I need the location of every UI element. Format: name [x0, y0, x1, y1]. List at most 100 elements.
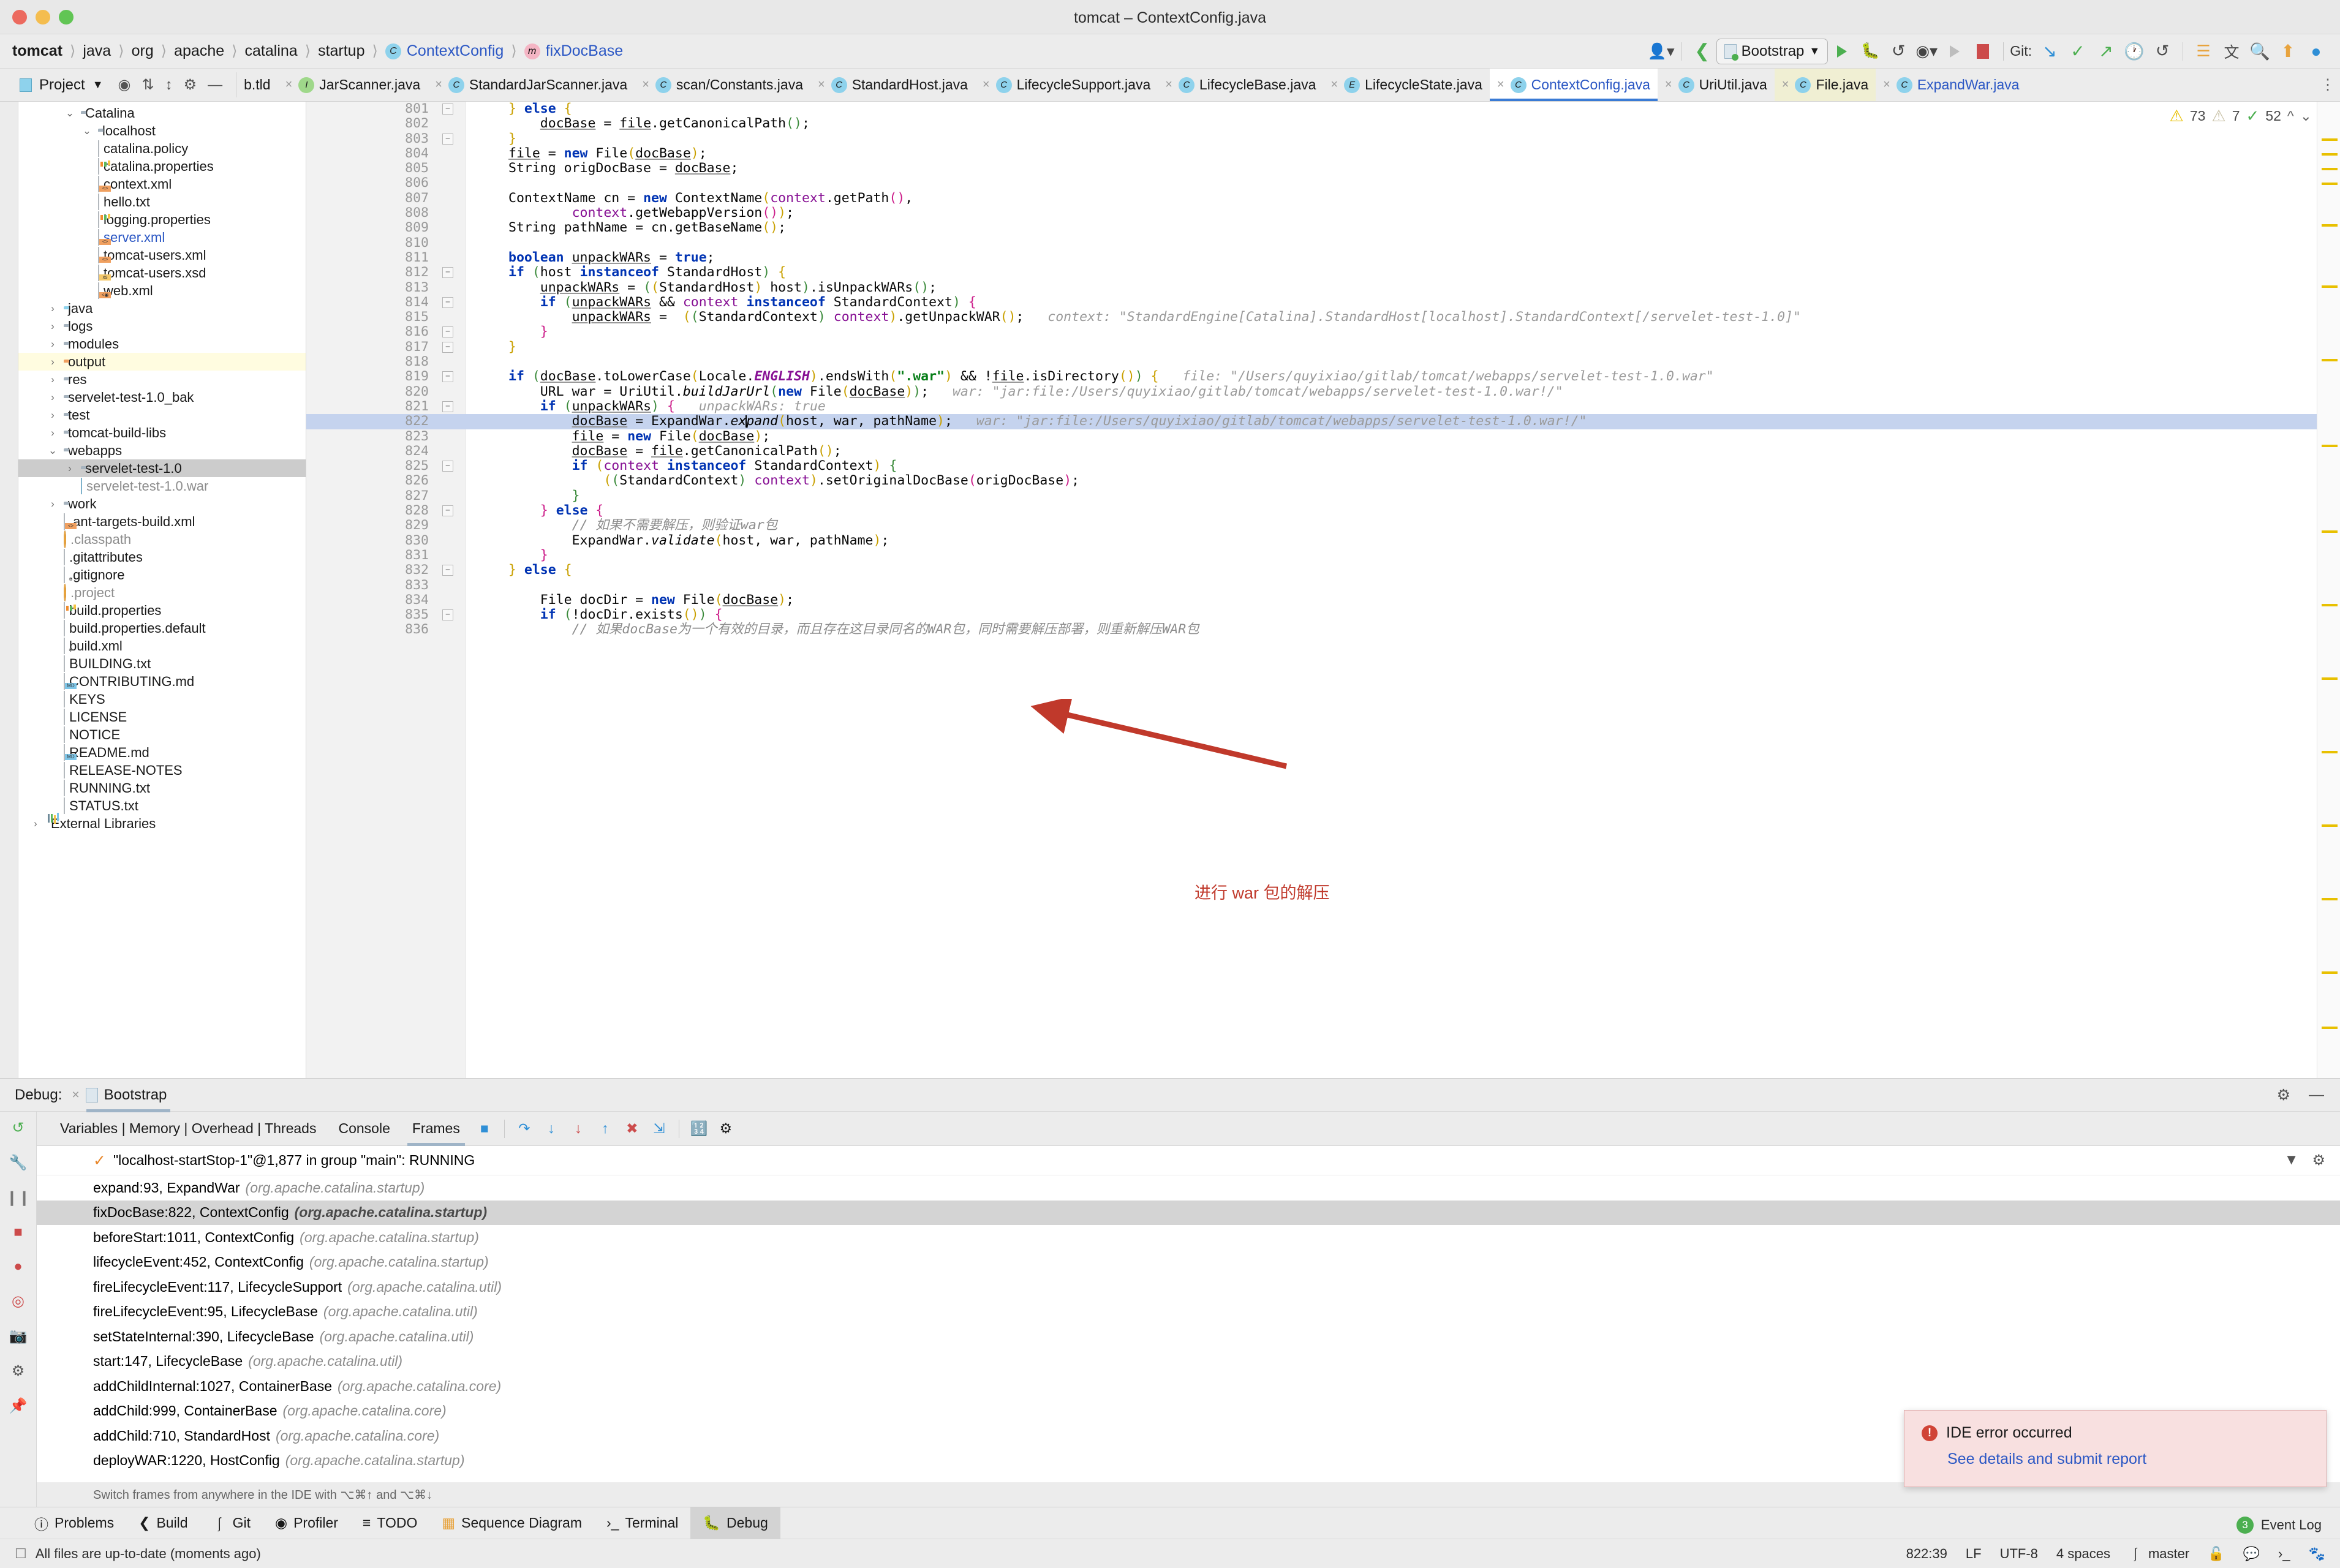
tree-expand-arrow-icon[interactable]: ›: [46, 338, 59, 350]
fold-toggle-icon[interactable]: −: [442, 104, 453, 115]
tree-item[interactable]: ⌄ localhost: [18, 122, 306, 140]
editor-tab-standardhost[interactable]: × C StandardHost.java: [810, 69, 975, 101]
close-icon[interactable]: ×: [435, 78, 443, 92]
close-icon[interactable]: ×: [818, 78, 826, 92]
tab-variables-memory-overhead-threads[interactable]: Variables | Memory | Overhead | Threads: [49, 1112, 327, 1146]
debug-session-tab[interactable]: × Bootstrap: [72, 1087, 171, 1112]
settings-icon[interactable]: ⚙: [712, 1115, 739, 1142]
code-line[interactable]: 816 − }: [306, 325, 2340, 340]
tool-button-profiler[interactable]: ◉ Profiler: [263, 1507, 350, 1539]
tree-item[interactable]: RELEASE-NOTES: [18, 761, 306, 779]
fold-toggle-icon[interactable]: −: [442, 371, 453, 383]
editor-scrollbar[interactable]: [2317, 102, 2340, 1078]
tool-button-git[interactable]: ⎰ Git: [200, 1507, 263, 1539]
fold-toggle-icon[interactable]: −: [442, 565, 453, 576]
close-icon[interactable]: ×: [1782, 78, 1791, 92]
editor-tab-lifecyclesupport[interactable]: × C LifecycleSupport.java: [975, 69, 1158, 101]
code-line[interactable]: 835 − if (!docDir.exists()) {: [306, 607, 2340, 622]
tool-button-todo[interactable]: ≡ TODO: [350, 1507, 429, 1539]
tree-item[interactable]: build.properties: [18, 601, 306, 619]
code-line[interactable]: 803 −}: [306, 131, 2340, 146]
breadcrumb-item-org[interactable]: org: [128, 41, 157, 61]
breadcrumb-item-tomcat[interactable]: tomcat: [9, 41, 66, 61]
tree-item[interactable]: › modules: [18, 335, 306, 353]
tree-item[interactable]: › output: [18, 353, 306, 371]
tree-item[interactable]: catalina.properties: [18, 157, 306, 175]
tool-button-problems[interactable]: ⓘ Problems: [22, 1507, 126, 1539]
step-into-icon[interactable]: ↓: [538, 1115, 565, 1142]
git-branch-widget[interactable]: ⎰ master: [2129, 1544, 2189, 1564]
tree-expand-arrow-icon[interactable]: ⌄: [80, 125, 94, 137]
code-line[interactable]: 833: [306, 578, 2340, 593]
rerun-icon[interactable]: ↺: [12, 1119, 24, 1137]
tree-item[interactable]: servelet-test-1.0.war: [18, 477, 306, 495]
code-line[interactable]: 812 − if (host instanceof StandardHost) {: [306, 265, 2340, 280]
code-line[interactable]: 806: [306, 176, 2340, 191]
tree-item[interactable]: STATUS.txt: [18, 797, 306, 815]
run-to-cursor-icon[interactable]: ⇲: [646, 1115, 673, 1142]
close-icon[interactable]: ×: [1330, 78, 1339, 92]
notification-link[interactable]: See details and submit report: [1947, 1450, 2309, 1468]
close-icon[interactable]: ×: [642, 78, 651, 92]
scrollbar-error-mark[interactable]: [2322, 183, 2338, 185]
editor-tab-lifecyclestate[interactable]: × E LifecycleState.java: [1323, 69, 1489, 101]
tree-item[interactable]: › tomcat-build-libs: [18, 424, 306, 442]
git-update-icon[interactable]: ↘: [2036, 38, 2064, 65]
editor-tab-contextconfig[interactable]: × C ContextConfig.java: [1489, 69, 1658, 101]
code-line[interactable]: 808 context.getWebappVersion());: [306, 205, 2340, 221]
tree-expand-arrow-icon[interactable]: ›: [46, 427, 59, 439]
tree-item[interactable]: catalina.policy: [18, 140, 306, 157]
caret-position[interactable]: 822:39: [1906, 1546, 1947, 1562]
editor-tab-file[interactable]: × C File.java: [1774, 69, 1876, 101]
project-tree[interactable]: ⌄ Catalina ⌄ localhost catalina.policy catali…: [18, 102, 306, 1078]
debug-frame-row[interactable]: expand:93, ExpandWar (org.apache.catalina…: [37, 1175, 2340, 1200]
error-notification[interactable]: ! IDE error occurred See details and sub…: [1904, 1410, 2327, 1487]
collapse-icon[interactable]: ⇅: [142, 76, 154, 94]
scrollbar-error-mark[interactable]: [2322, 1027, 2338, 1029]
tree-item[interactable]: build.properties.default: [18, 619, 306, 637]
git-commit-icon[interactable]: ✓: [2064, 38, 2092, 65]
stop-icon[interactable]: [1969, 38, 1997, 65]
search-icon[interactable]: 🔍: [2246, 38, 2274, 65]
user-avatar-icon[interactable]: 👤▾: [1647, 38, 1675, 65]
tree-expand-arrow-icon[interactable]: ›: [46, 320, 59, 333]
tree-item[interactable]: ⌄ Catalina: [18, 104, 306, 122]
code-line[interactable]: 811 boolean unpackWARs = true;: [306, 250, 2340, 265]
fold-toggle-icon[interactable]: −: [442, 267, 453, 279]
code-line[interactable]: 822 docBase = ExpandWar.expand(host, war…: [306, 413, 2340, 429]
fold-toggle-icon[interactable]: −: [442, 609, 453, 621]
editor-tab-uriutil[interactable]: × C UriUtil.java: [1658, 69, 1775, 101]
code-line[interactable]: 831 }: [306, 548, 2340, 563]
scrollbar-error-mark[interactable]: [2322, 971, 2338, 974]
fold-toggle-icon[interactable]: −: [442, 296, 453, 308]
scrollbar-error-mark[interactable]: [2322, 898, 2338, 900]
tree-item[interactable]: .gitattributes: [18, 548, 306, 566]
lock-icon[interactable]: 🔓: [2208, 1546, 2224, 1562]
editor-tab-btld[interactable]: b.tld: [241, 69, 277, 101]
hide-icon[interactable]: —: [2309, 1086, 2324, 1104]
tree-item[interactable]: KEYS: [18, 690, 306, 708]
tree-item[interactable]: › java: [18, 300, 306, 317]
tree-item[interactable]: BUILDING.txt: [18, 655, 306, 673]
debug-frame-row[interactable]: fixDocBase:822, ContextConfig (org.apache…: [37, 1200, 2340, 1225]
tree-item[interactable]: › External Libraries: [18, 815, 306, 832]
tree-item[interactable]: › work: [18, 495, 306, 513]
pin-icon[interactable]: 📌: [9, 1397, 28, 1415]
evaluate-expression-icon[interactable]: 🔢: [685, 1115, 712, 1142]
scrollbar-error-mark[interactable]: [2322, 445, 2338, 447]
debug-frame-row[interactable]: lifecycleEvent:452, ContextConfig (org.ap…: [37, 1250, 2340, 1275]
scrollbar-error-mark[interactable]: [2322, 153, 2338, 156]
close-icon[interactable]: ×: [1665, 78, 1674, 92]
code-line[interactable]: 801 −} else {: [306, 102, 2340, 116]
settings-wrench-icon[interactable]: 🔧: [9, 1154, 28, 1172]
git-push-icon[interactable]: ↗: [2092, 38, 2120, 65]
tool-button-terminal[interactable]: ›_ Terminal: [594, 1507, 690, 1539]
debug-thread-row[interactable]: ✓ "localhost-startStop-1"@1,877 in group…: [37, 1146, 2340, 1175]
code-lines[interactable]: 801−} else {802 docBase = file.getCanoni…: [306, 102, 2340, 1078]
code-line[interactable]: 813 unpackWARs = ((StandardHost) host).i…: [306, 280, 2340, 295]
scrollbar-error-mark[interactable]: [2322, 751, 2338, 753]
diff-icon[interactable]: ☰: [2189, 38, 2217, 65]
debug-frame-row[interactable]: addChildInternal:1027, ContainerBase (org…: [37, 1374, 2340, 1399]
coverage-icon[interactable]: ◉▾: [1912, 38, 1941, 65]
update-icon[interactable]: ⬆: [2274, 38, 2302, 65]
